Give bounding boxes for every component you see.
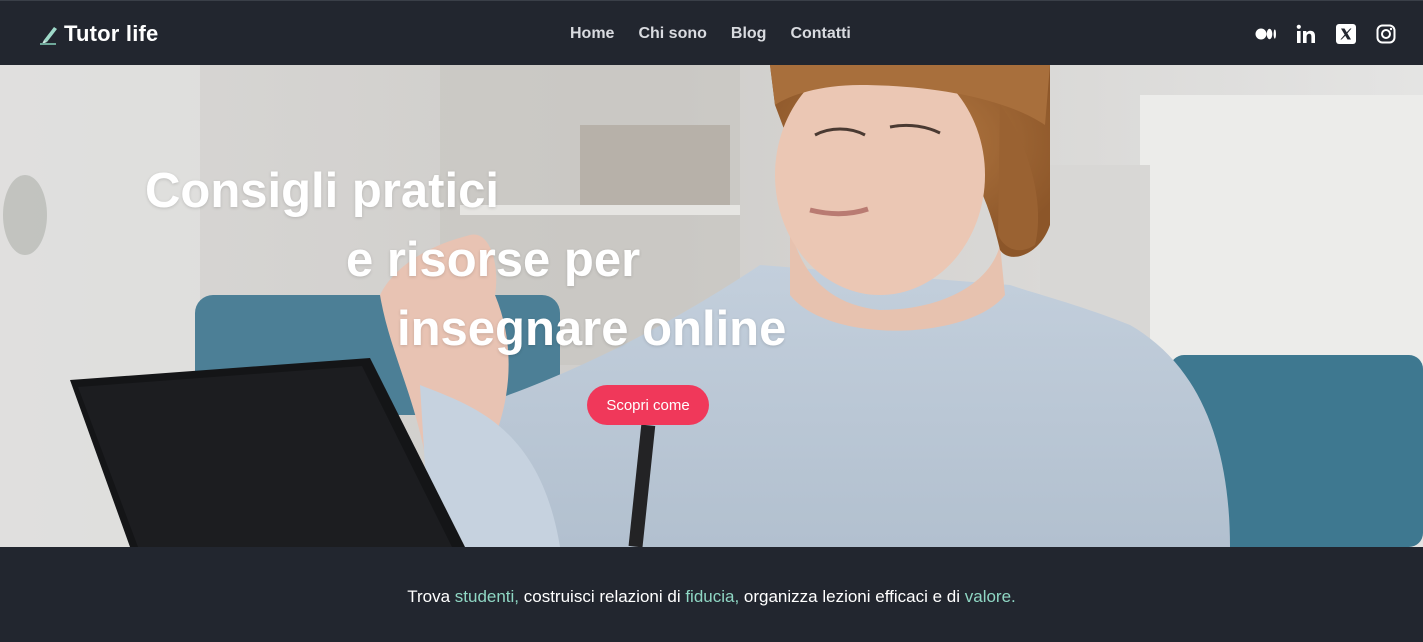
brand-name: Tutor life — [64, 21, 159, 46]
tagline-band: Trova studenti, costruisci relazioni di … — [0, 547, 1423, 642]
pencil-icon — [38, 22, 60, 46]
nav-link-home[interactable]: Home — [570, 25, 614, 43]
cta-button[interactable]: Scopri come — [587, 385, 709, 425]
hero-headline-line-1: Consigli pratici — [145, 164, 499, 218]
nav-link-contatti[interactable]: Contatti — [790, 25, 850, 43]
nav-link-chi-sono[interactable]: Chi sono — [638, 25, 706, 43]
medium-icon[interactable] — [1255, 23, 1277, 45]
tagline-highlight-valore: valore. — [964, 587, 1016, 606]
tagline: Trova studenti, costruisci relazioni di … — [0, 587, 1423, 607]
hero-section: Consigli pratici e risorse per insegnare… — [0, 65, 1423, 547]
main-nav: Home Chi sono Blog Contatti — [570, 25, 851, 43]
x-icon[interactable] — [1335, 23, 1357, 45]
tagline-highlight-studenti: studenti, — [454, 587, 520, 606]
hero-headline-line-3: insegnare online — [397, 302, 787, 356]
tagline-part: Trova — [407, 587, 455, 606]
instagram-icon[interactable] — [1375, 23, 1397, 45]
tagline-part: organizza lezioni efficaci e di — [739, 587, 965, 606]
social-links — [1237, 23, 1397, 45]
nav-link-blog[interactable]: Blog — [731, 25, 767, 43]
brand-logo[interactable]: Tutor life — [38, 19, 158, 49]
tagline-part: costruisci relazioni di — [519, 587, 686, 606]
linkedin-icon[interactable] — [1295, 23, 1317, 45]
hero-headline-line-2: e risorse per — [346, 233, 641, 287]
tagline-highlight-fiducia: fiducia, — [685, 587, 740, 606]
top-navbar: Tutor life Home Chi sono Blog Contatti — [0, 0, 1423, 65]
